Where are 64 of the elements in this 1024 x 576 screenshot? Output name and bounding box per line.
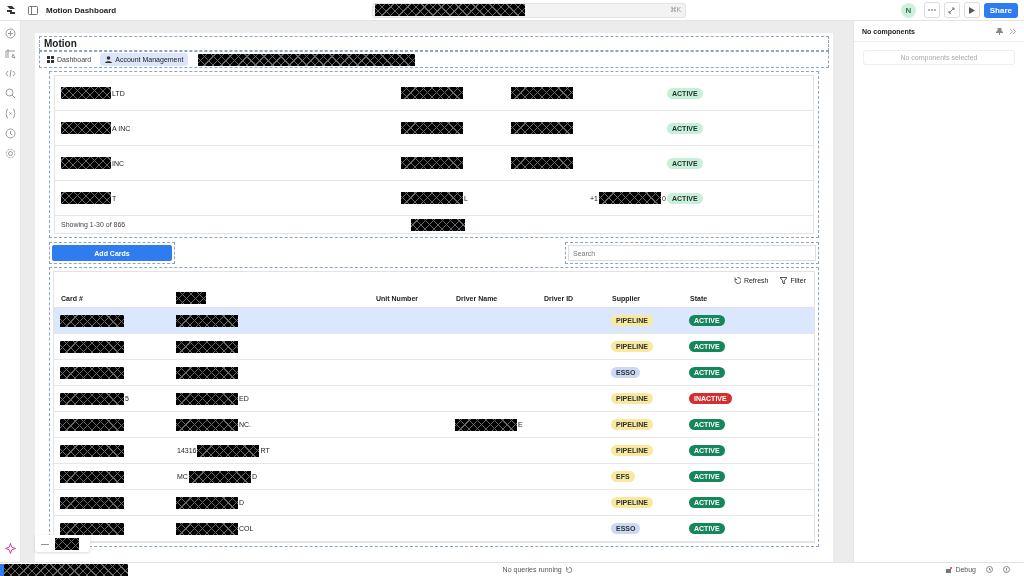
redaction-block <box>511 87 573 99</box>
redaction-block <box>60 522 124 535</box>
redaction-block <box>455 418 517 431</box>
redaction-block <box>60 340 124 353</box>
variables-icon[interactable] <box>4 108 16 119</box>
redaction-block <box>60 392 124 405</box>
sidebar-toggle-icon[interactable] <box>28 5 38 15</box>
page-title: Motion <box>44 38 77 49</box>
history-icon[interactable] <box>4 128 16 139</box>
redaction-block <box>401 157 463 169</box>
redaction-block <box>176 522 238 535</box>
more-button[interactable] <box>923 2 940 18</box>
minimize-symbol: — <box>41 539 49 548</box>
redaction-block <box>60 314 124 327</box>
logo-icon[interactable] <box>6 5 16 15</box>
redaction-block <box>176 366 238 379</box>
redaction-block <box>401 122 463 134</box>
refresh-icon <box>733 277 741 284</box>
redaction-block <box>60 418 124 431</box>
user-avatar[interactable]: N <box>900 2 916 18</box>
add-icon[interactable] <box>4 28 16 39</box>
code-icon[interactable] <box>4 68 16 79</box>
share-button[interactable]: Share <box>983 2 1018 18</box>
redaction-block <box>61 87 111 99</box>
redaction-block <box>60 444 124 457</box>
redaction-block <box>176 292 206 304</box>
redaction-block <box>599 192 661 204</box>
component-tree-icon[interactable] <box>4 48 16 59</box>
sparkle-icon[interactable] <box>4 543 16 554</box>
redaction-block <box>176 392 238 405</box>
redaction-block <box>401 192 463 204</box>
redaction-block <box>60 496 124 509</box>
preview-button[interactable] <box>963 2 980 18</box>
redaction-block <box>61 192 111 204</box>
grid-icon <box>47 56 54 63</box>
refresh-icon <box>565 566 572 573</box>
redaction-block <box>176 340 238 353</box>
redaction-block <box>55 537 79 550</box>
pin-icon[interactable] <box>996 27 1003 35</box>
collapse-icon[interactable] <box>1009 27 1016 35</box>
redaction-block <box>411 218 465 231</box>
person-icon <box>105 56 113 63</box>
filter-icon <box>780 277 788 284</box>
redaction-block <box>197 444 260 457</box>
redaction-block <box>176 496 238 509</box>
redaction-block <box>60 470 124 483</box>
expand-icon <box>948 6 956 14</box>
redaction-block <box>401 87 463 99</box>
help-icon[interactable] <box>1003 566 1010 573</box>
redaction-block <box>511 122 573 134</box>
redaction-block <box>61 157 111 169</box>
bug-icon <box>946 566 953 573</box>
redaction-block <box>176 418 238 431</box>
settings-icon[interactable] <box>4 148 16 159</box>
app-title: Motion Dashboard <box>46 5 117 15</box>
history-icon[interactable] <box>986 566 993 573</box>
redaction-block <box>60 366 124 379</box>
search-icon[interactable] <box>4 88 16 99</box>
redaction-block <box>176 314 238 327</box>
redaction-block <box>511 157 573 169</box>
redaction-block <box>188 470 251 483</box>
play-icon <box>968 6 975 14</box>
minimized-panel[interactable]: — <box>35 535 90 552</box>
redaction-block <box>61 122 111 134</box>
